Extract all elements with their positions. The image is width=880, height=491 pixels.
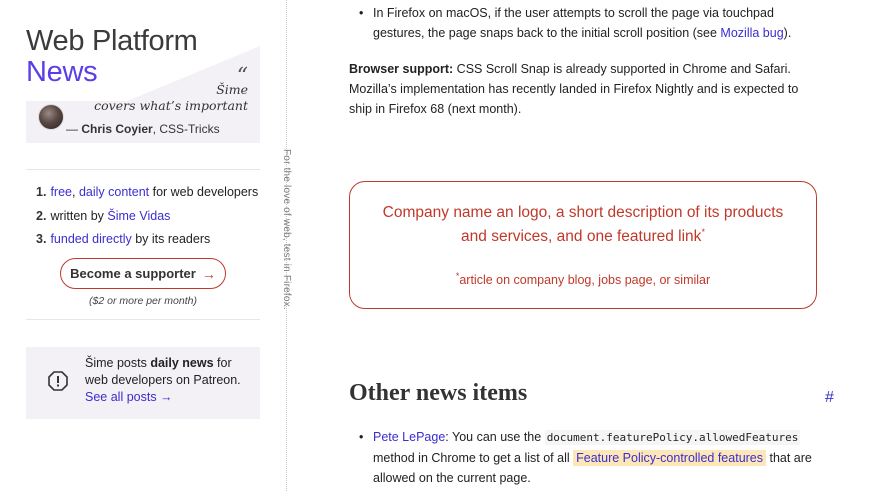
code-snippet: document.featurePolicy.allowedFeatures: [544, 430, 801, 445]
supporter-button-label: Become a supporter: [70, 266, 196, 281]
patreon-bold: daily news: [150, 356, 214, 370]
feature-separator: ,: [71, 185, 79, 199]
news-text: method in Chrome to get a list of all: [373, 451, 574, 465]
patreon-alert-icon: [48, 371, 68, 391]
mozilla-bug-link[interactable]: Mozilla bug: [720, 26, 783, 40]
list-item: In Firefox on macOS, if the user attempt…: [359, 3, 819, 43]
daily-content-link[interactable]: daily content: [79, 185, 149, 199]
quote-author: — Chris Coyier, CSS-Tricks: [66, 122, 220, 136]
features-list: 1. free, daily content for web developers…: [36, 181, 258, 252]
section-heading: Other news items: [349, 380, 528, 406]
footnote-text: article on company blog, jobs page, or s…: [459, 273, 711, 287]
patreon-pre: Šime posts: [85, 356, 151, 370]
divider: [26, 319, 260, 320]
supporter-price-note: ($2 or more per month): [89, 295, 197, 307]
sponsor-footnote: *article on company blog, jobs page, or …: [350, 270, 816, 290]
bullet-end: ).: [783, 26, 792, 40]
heading-anchor-link[interactable]: #: [825, 388, 834, 408]
sponsor-main-text: Company name an logo, a short descriptio…: [382, 204, 784, 245]
quote-line2: covers what’s important: [94, 98, 248, 113]
sponsor-asterisk: *: [701, 226, 705, 237]
feature-pre: written by: [50, 208, 108, 223]
news-text: : You can use the: [445, 430, 545, 444]
quote-author-name: Chris Coyier: [81, 122, 153, 136]
sponsor-description: Company name an logo, a short descriptio…: [380, 201, 786, 249]
author-link[interactable]: Šime Vidas: [107, 209, 170, 223]
arrow-right-icon: →: [201, 265, 216, 282]
testimonial-quote: “ Šime covers what’s important — Chris C…: [26, 46, 260, 143]
patreon-text: Šime posts daily news for web developers…: [85, 355, 255, 406]
feature-number: 1.: [36, 185, 47, 199]
avatar: [38, 104, 64, 130]
quote-line1: Šime: [216, 82, 248, 97]
see-all-posts-link[interactable]: See all posts →: [85, 389, 255, 406]
feature-item-3: 3. funded directly by its readers: [36, 228, 258, 252]
browser-support-paragraph: Browser support: CSS Scroll Snap is alre…: [349, 59, 819, 119]
feature-item-2: 2. written by Šime Vidas: [36, 205, 258, 229]
bullet-text: In Firefox on macOS, if the user attempt…: [373, 6, 774, 40]
feature-number: 3.: [36, 232, 47, 246]
browser-support-label: Browser support:: [349, 62, 454, 76]
feature-policy-link[interactable]: Feature Policy-controlled features: [573, 450, 767, 466]
list-item: Pete LePage: You can use the document.fe…: [359, 427, 819, 488]
feature-tail: for web developers: [149, 185, 259, 199]
quote-source: , CSS-Tricks: [152, 122, 220, 136]
pete-lepage-link[interactable]: Pete LePage: [373, 430, 445, 444]
feature-number: 2.: [36, 208, 47, 223]
patreon-box: Šime posts daily news for web developers…: [26, 347, 260, 419]
become-supporter-button[interactable]: Become a supporter →: [60, 258, 226, 289]
feature-item-1: 1. free, daily content for web developers: [36, 181, 258, 205]
feature-tail: by its readers: [131, 232, 211, 246]
vertical-tagline: For the love of web, test in Firefox.: [281, 149, 292, 310]
divider: [26, 169, 260, 170]
quote-dash: —: [66, 122, 82, 136]
quote-text: Šime covers what’s important: [94, 82, 248, 114]
funded-directly-link[interactable]: funded directly: [50, 232, 131, 246]
free-link[interactable]: free: [50, 185, 72, 199]
sponsor-placeholder-box[interactable]: Company name an logo, a short descriptio…: [349, 181, 817, 309]
